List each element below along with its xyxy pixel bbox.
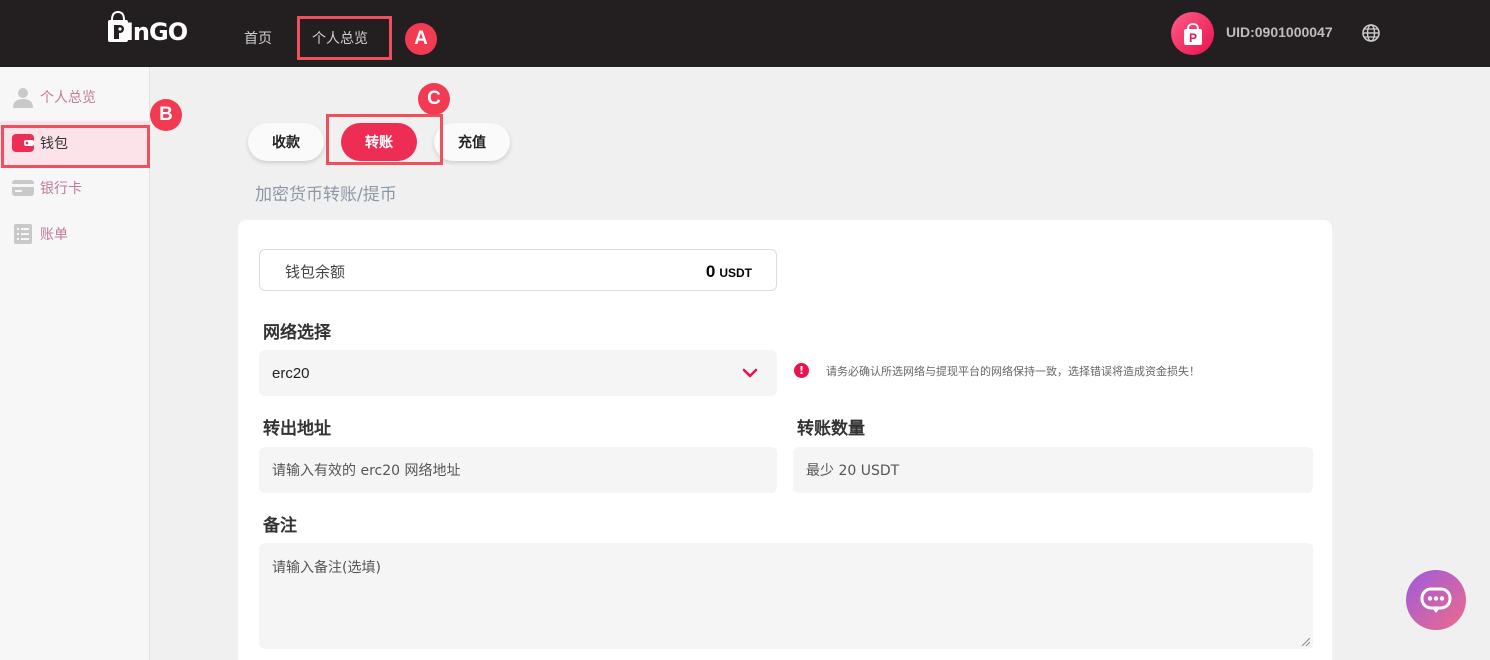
logo[interactable]: InGO <box>107 10 188 50</box>
top-bar: InGO 首页 个人总览 P UID:0901000047 <box>0 0 1490 67</box>
address-input[interactable]: 请输入有效的 erc20 网络地址 <box>259 447 777 493</box>
warning-icon: ! <box>794 363 809 378</box>
balance-label: 钱包余额 <box>285 263 346 281</box>
sidebar-item-label: 账单 <box>40 227 68 243</box>
marker-b: B <box>150 99 182 131</box>
note-label: 备注 <box>263 516 297 536</box>
marker-a: A <box>405 23 437 55</box>
sidebar-item-label: 银行卡 <box>40 181 82 197</box>
network-warning: 请务必确认所选网络与提现平台的网络保持一致，选择错误将造成资金损失！ <box>826 365 1200 378</box>
chat-icon <box>1420 587 1452 613</box>
sidebar-item-bill[interactable]: 账单 <box>0 212 150 256</box>
user-icon <box>11 85 35 109</box>
chevron-down-icon <box>742 368 758 378</box>
svg-text:P: P <box>1188 31 1196 45</box>
nav-home[interactable]: 首页 <box>244 28 272 48</box>
globe-icon[interactable] <box>1361 23 1381 43</box>
user-uid: UID:0901000047 <box>1226 24 1333 40</box>
annotation-box-a <box>297 16 392 60</box>
tab-deposit[interactable]: 充值 <box>434 123 510 161</box>
network-label: 网络选择 <box>263 323 331 343</box>
logo-text: InGO <box>125 18 188 46</box>
wallet-balance: 钱包余额 0 USDT <box>259 249 777 291</box>
tab-receive[interactable]: 收款 <box>248 123 324 161</box>
annotation-box-c <box>326 114 443 165</box>
avatar[interactable]: P <box>1171 12 1214 55</box>
sidebar-item-overview[interactable]: 个人总览 <box>0 75 150 119</box>
balance-value: 0 USDT <box>705 262 752 281</box>
note-textarea[interactable]: 请输入备注(选填) <box>259 543 1313 649</box>
sidebar-item-bank-card[interactable]: 银行卡 <box>0 166 150 210</box>
amount-input[interactable]: 最少 20 USDT <box>793 447 1313 493</box>
marker-c: C <box>418 83 450 115</box>
chat-button[interactable] <box>1406 570 1466 630</box>
card-icon <box>11 176 35 200</box>
address-label: 转出地址 <box>263 419 331 439</box>
note-placeholder: 请输入备注(选填) <box>272 560 381 576</box>
avatar-bag-icon: P <box>1183 22 1202 45</box>
amount-label: 转账数量 <box>797 419 865 439</box>
section-title: 加密货币转账/提币 <box>255 185 397 205</box>
annotation-box-b <box>1 125 150 168</box>
network-select[interactable]: erc20 <box>259 350 777 396</box>
sidebar-item-label: 个人总览 <box>40 90 96 106</box>
resize-handle-icon[interactable] <box>1302 638 1310 646</box>
bill-icon <box>11 222 35 246</box>
network-select-value: erc20 <box>272 364 310 382</box>
